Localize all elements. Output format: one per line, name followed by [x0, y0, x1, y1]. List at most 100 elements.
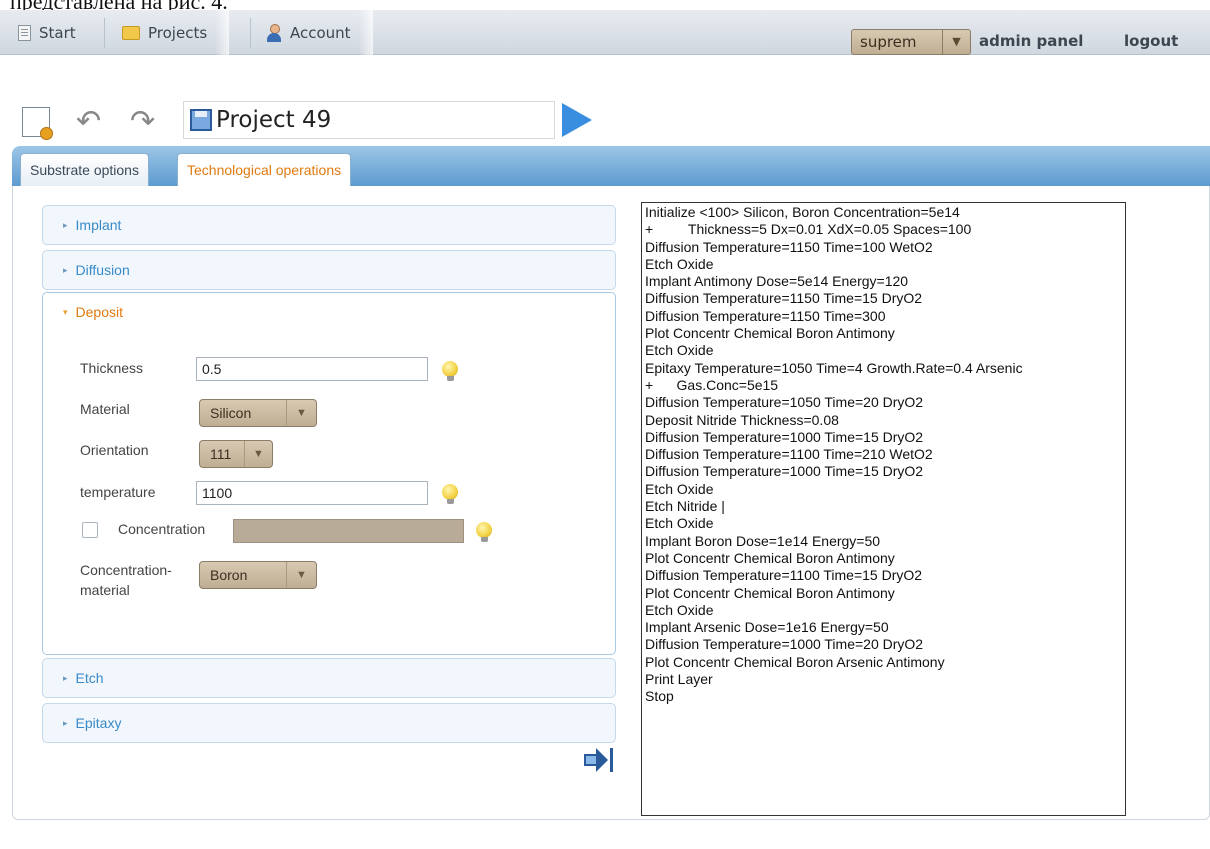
thickness-label: Thickness	[80, 360, 144, 376]
script-line: Implant Arsenic Dose=1e16 Energy=50	[645, 619, 889, 636]
tab-technological-operations[interactable]: Technological operations	[177, 153, 352, 186]
accordion-diffusion[interactable]: ▸ Diffusion	[42, 250, 616, 290]
accordion-implant[interactable]: ▸ Implant	[42, 205, 616, 245]
folder-icon	[122, 25, 140, 40]
menu-start-label: Start	[39, 23, 76, 42]
script-line: Diffusion Temperature=1000 Time=15 DryO2	[645, 463, 924, 480]
chevron-down-icon: ▼	[286, 562, 316, 588]
arrow-head	[596, 748, 608, 772]
menu-start[interactable]: Start	[18, 10, 76, 55]
script-line: Diffusion Temperature=1150 Time=15 DryO2	[645, 290, 923, 307]
lightbulb-icon[interactable]	[476, 522, 492, 542]
accordion-etch[interactable]: ▸ Etch	[42, 658, 616, 698]
concentration-checkbox[interactable]	[82, 522, 98, 538]
script-line: Print Layer	[645, 671, 713, 688]
lightbulb-icon[interactable]	[442, 484, 458, 504]
lightbulb-icon[interactable]	[442, 361, 458, 381]
new-project-icon[interactable]	[22, 107, 53, 140]
accordion-epitaxy-label: Epitaxy	[75, 715, 122, 731]
script-line: Diffusion Temperature=1000 Time=15 DryO2	[645, 428, 924, 445]
accordion-deposit: ▾ Deposit	[42, 292, 616, 655]
script-line: Diffusion Temperature=1050 Time=20 DryO2	[645, 394, 924, 411]
temperature-label: temperature	[80, 484, 156, 500]
project-name-field[interactable]: Project 49	[183, 101, 555, 139]
script-line: Plot Concentr Chemical Boron Arsenic Ant…	[645, 653, 945, 670]
accordion-epitaxy[interactable]: ▸ Epitaxy	[42, 703, 616, 743]
accordion-header[interactable]: ▸ Etch	[43, 659, 615, 697]
chevron-down-icon[interactable]: ▼	[942, 30, 970, 54]
thickness-input[interactable]: 0.5	[196, 357, 428, 381]
chevron-down-icon: ▼	[244, 441, 272, 467]
concentration-input[interactable]	[233, 519, 464, 543]
script-line: Diffusion Temperature=1100 Time=210 WetO…	[645, 446, 933, 463]
arrow-bar	[610, 748, 613, 772]
run-icon[interactable]	[562, 103, 592, 137]
script-line: Plot Concentr Chemical Boron Antimony	[645, 325, 895, 342]
script-editor[interactable]: Initialize <100> Silicon, Boron Concentr…	[641, 202, 1126, 816]
menu-dropdown-fade	[358, 10, 373, 55]
chevron-right-icon: ▸	[63, 264, 68, 275]
accordion-header[interactable]: ▾ Deposit	[43, 293, 615, 331]
script-line: + Thickness=5 Dx=0.01 XdX=0.05 Spaces=10…	[645, 221, 972, 238]
accordion-header[interactable]: ▸ Diffusion	[43, 251, 615, 289]
orientation-label: Orientation	[80, 442, 149, 458]
accordion-deposit-label: Deposit	[75, 304, 123, 320]
menu-projects-label: Projects	[148, 23, 208, 42]
script-line: Etch Oxide	[645, 515, 714, 532]
temperature-input[interactable]: 1100	[196, 481, 428, 505]
admin-panel-link[interactable]: admin panel	[979, 32, 1083, 50]
project-name: Project 49	[216, 107, 332, 133]
script-line: + Gas.Conc=5e15	[645, 376, 779, 393]
script-line: Implant Boron Dose=1e14 Energy=50	[645, 532, 881, 549]
add-to-script-icon[interactable]	[584, 748, 614, 774]
script-line: Plot Concentr Chemical Boron Antimony	[645, 584, 895, 601]
script-line: Diffusion Temperature=1150 Time=100 WetO…	[645, 238, 933, 255]
script-line: Etch Oxide	[645, 601, 714, 618]
script-line: Etch Oxide	[645, 255, 714, 272]
script-line: Diffusion Temperature=1000 Time=20 DryO2	[645, 636, 924, 653]
script-line: Epitaxy Temperature=1050 Time=4 Growth.R…	[645, 359, 1023, 376]
accordion-header[interactable]: ▸ Epitaxy	[43, 704, 615, 742]
top-menubar: Start Projects Account suprem ▼ admin pa…	[0, 10, 1210, 55]
script-line: Etch Oxide	[645, 480, 714, 497]
material-label: Material	[80, 401, 130, 417]
menu-account[interactable]: Account	[266, 10, 373, 55]
script-line: Stop	[645, 688, 674, 705]
redo-icon[interactable]: ↷	[130, 107, 155, 137]
tab-substrate-options[interactable]: Substrate options	[20, 153, 149, 186]
script-line: Diffusion Temperature=1100 Time=15 DryO2	[645, 567, 923, 584]
menu-separator	[104, 18, 105, 48]
logout-link[interactable]: logout	[1124, 32, 1178, 50]
chevron-right-icon: ▸	[63, 717, 68, 728]
script-line: Plot Concentr Chemical Boron Antimony	[645, 549, 895, 566]
concentration-material-select[interactable]: Boron ▼	[199, 561, 317, 589]
tabs-bar: Substrate options Technological operatio…	[12, 146, 1210, 186]
user-select[interactable]: suprem ▼	[851, 29, 971, 55]
undo-icon[interactable]: ↶	[76, 107, 101, 137]
orientation-select-value: 111	[210, 446, 232, 462]
concentration-material-label-2: material	[80, 582, 130, 598]
chevron-right-icon: ▸	[63, 672, 68, 683]
concentration-material-value: Boron	[210, 567, 248, 583]
save-icon[interactable]	[190, 109, 212, 131]
chevron-right-icon: ▸	[63, 219, 68, 230]
menu-projects[interactable]: Projects	[122, 10, 230, 55]
menu-separator	[250, 18, 251, 48]
script-line: Etch Nitride |	[645, 498, 725, 515]
accordion-diffusion-label: Diffusion	[75, 262, 130, 278]
document-icon	[18, 24, 31, 41]
accordion-header[interactable]: ▸ Implant	[43, 206, 615, 244]
menu-dropdown-fade	[215, 10, 230, 55]
concentration-label: Concentration	[118, 521, 206, 537]
orientation-select[interactable]: 111 ▼	[199, 440, 273, 468]
user-select-value: suprem	[860, 33, 917, 51]
material-select-value: Silicon	[210, 405, 252, 421]
material-select[interactable]: Silicon ▼	[199, 399, 317, 427]
project-toolbar: ↶ ↷ Project 49	[0, 95, 700, 145]
accordion-implant-label: Implant	[75, 217, 122, 233]
concentration-material-label: Concentration-	[80, 562, 172, 578]
chevron-down-icon: ▼	[286, 400, 316, 426]
script-line: Diffusion Temperature=1150 Time=300	[645, 307, 886, 324]
script-line: Deposit Nitride Thickness=0.08	[645, 411, 839, 428]
script-line: Etch Oxide	[645, 342, 714, 359]
